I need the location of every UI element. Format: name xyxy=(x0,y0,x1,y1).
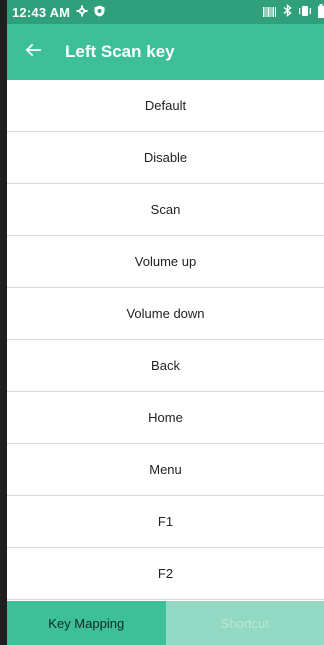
back-arrow-icon xyxy=(24,41,42,64)
option-home[interactable]: Home xyxy=(7,392,324,444)
vibrate-icon xyxy=(298,5,312,20)
key-option-list: Default Disable Scan Volume up Volume do… xyxy=(7,80,324,600)
option-volume-up[interactable]: Volume up xyxy=(7,236,324,288)
option-volume-down[interactable]: Volume down xyxy=(7,288,324,340)
option-f2[interactable]: F2 xyxy=(7,548,324,600)
status-left-icons xyxy=(76,5,105,20)
status-right-icons xyxy=(263,0,324,24)
barcode-icon xyxy=(263,5,277,20)
page-title: Left Scan key xyxy=(65,42,175,61)
option-f1[interactable]: F1 xyxy=(7,496,324,548)
bluetooth-icon xyxy=(283,4,292,20)
shield-icon xyxy=(94,5,105,20)
option-disable[interactable]: Disable xyxy=(7,132,324,184)
gear-icon xyxy=(76,5,88,20)
battery-icon xyxy=(318,3,324,21)
back-button[interactable] xyxy=(15,34,51,70)
phone-screen: 12:43 AM Left Scan key Default Disable S… xyxy=(7,0,324,645)
option-menu[interactable]: Menu xyxy=(7,444,324,496)
status-bar: 12:43 AM xyxy=(7,0,324,24)
tab-key-mapping[interactable]: Key Mapping xyxy=(7,601,166,645)
tab-shortcut[interactable]: Shortcut xyxy=(165,601,324,645)
option-back[interactable]: Back xyxy=(7,340,324,392)
status-time: 12:43 AM xyxy=(12,4,71,20)
app-bar: Left Scan key xyxy=(7,24,324,80)
option-scan[interactable]: Scan xyxy=(7,184,324,236)
bottom-tab-bar: Key Mapping Shortcut xyxy=(7,601,324,645)
option-default[interactable]: Default xyxy=(7,80,324,132)
